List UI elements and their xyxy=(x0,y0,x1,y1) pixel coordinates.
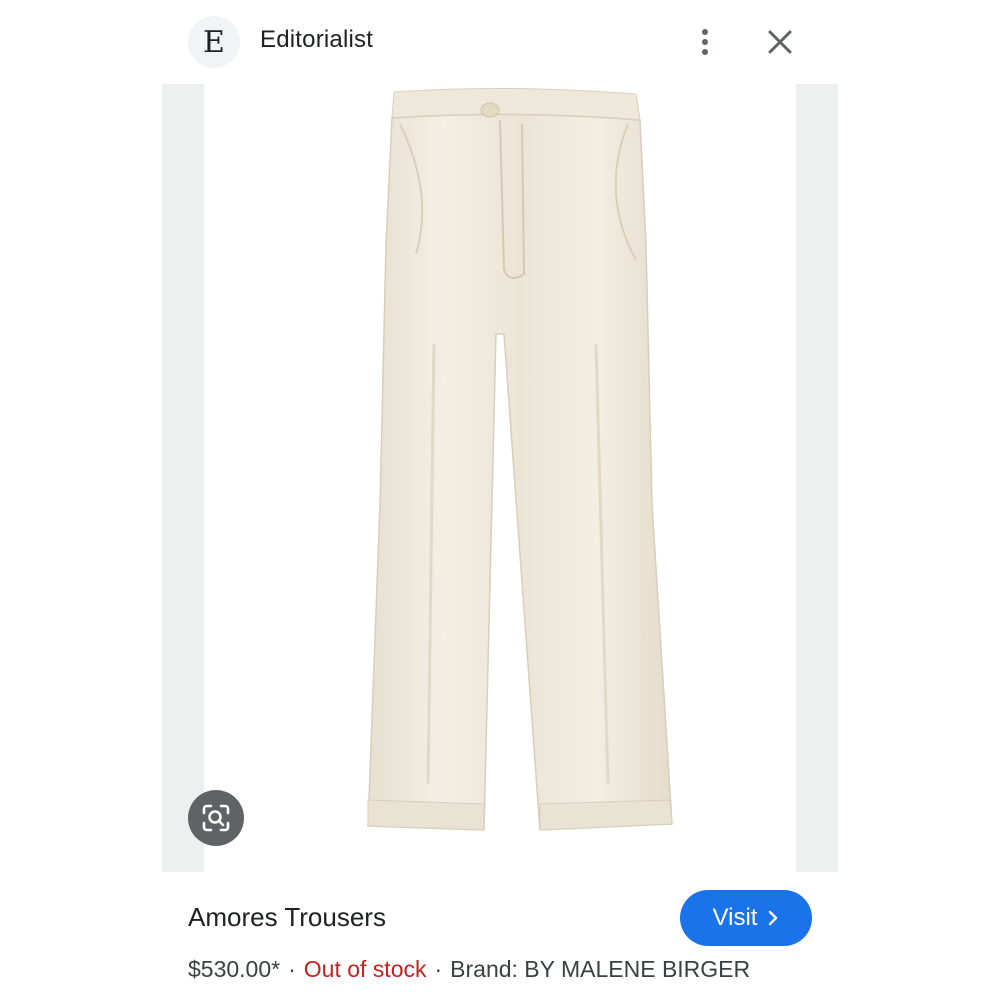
lens-search-icon xyxy=(202,804,230,832)
visit-label: Visit xyxy=(712,904,758,931)
chevron-right-icon xyxy=(769,910,778,926)
stock-status: Out of stock xyxy=(303,956,427,982)
lens-search-button[interactable] xyxy=(188,790,244,846)
price: $530.00* xyxy=(188,956,281,982)
close-icon xyxy=(768,30,792,54)
product-image-frame xyxy=(162,84,838,872)
brand: Brand: BY MALENE BIRGER xyxy=(450,956,751,982)
more-vert-icon-dot xyxy=(702,29,708,35)
close-button[interactable] xyxy=(764,26,796,58)
product-image[interactable] xyxy=(204,84,796,872)
separator: · xyxy=(288,956,296,982)
product-meta: $530.00* · Out of stock · Brand: BY MALENE B… xyxy=(188,956,750,983)
visit-button[interactable]: Visit xyxy=(680,890,812,946)
product-title[interactable]: Amores Trousers xyxy=(188,902,386,933)
trousers-image xyxy=(367,87,673,831)
more-vert-icon-dot xyxy=(702,39,708,45)
site-name[interactable]: Editorialist xyxy=(260,26,373,54)
panel-header: E Editorialist xyxy=(0,0,1000,82)
separator: · xyxy=(434,956,443,982)
more-vert-icon-dot xyxy=(702,49,708,55)
more-options-button[interactable] xyxy=(690,24,720,60)
site-logo[interactable]: E xyxy=(188,16,240,68)
